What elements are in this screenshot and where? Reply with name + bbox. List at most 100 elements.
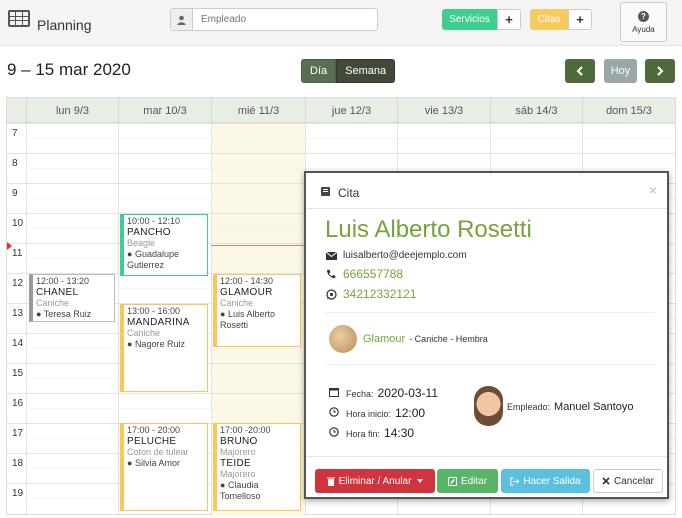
view-day-button[interactable]: Día bbox=[301, 59, 337, 83]
checkout-button[interactable]: Hacer Salida bbox=[501, 469, 590, 493]
event-peluche[interactable]: 17:00 - 20:00 PELUCHE Coton de tulear ● … bbox=[120, 423, 208, 511]
employee-avatar bbox=[474, 386, 503, 426]
day-header-tue: mar 10/3 bbox=[118, 98, 211, 123]
whatsapp-icon bbox=[325, 288, 337, 300]
edit-label: Editar bbox=[460, 475, 488, 487]
event-pet-name-2: TEIDE bbox=[220, 458, 251, 469]
start-time-value: 12:00 bbox=[395, 406, 426, 420]
client-name: Luis Alberto Rosetti bbox=[325, 216, 532, 243]
client-whatsapp-row: 34212332121 bbox=[325, 287, 416, 301]
event-pet-name: GLAMOUR bbox=[220, 287, 273, 298]
event-breed: Caniche bbox=[36, 298, 70, 308]
event-time: 17:00 -20:00 bbox=[220, 425, 271, 435]
hour-label: 16 bbox=[12, 398, 24, 409]
event-mandarina[interactable]: 13:00 - 16:00 MANDARINA Caniche ● Nagore… bbox=[120, 304, 208, 392]
event-pet-name: CHANEL bbox=[36, 287, 79, 298]
cancel-label: Cancelar bbox=[613, 475, 655, 487]
pet-info-row: Glamour - Caniche - Hembra bbox=[363, 333, 488, 345]
cancel-button[interactable]: Cancelar bbox=[593, 469, 663, 493]
app-title: Planning bbox=[37, 17, 92, 33]
next-week-button[interactable] bbox=[645, 59, 675, 83]
event-glamour[interactable]: 12:00 - 14:30 GLAMOUR Caniche ● Luis Alb… bbox=[213, 274, 301, 347]
end-time-value: 14:30 bbox=[384, 426, 415, 440]
client-email[interactable]: luisalberto@deejemplo.com bbox=[343, 250, 467, 261]
servicios-button[interactable]: Servicios bbox=[442, 9, 497, 30]
event-chanel[interactable]: 12:00 - 13:20 CHANEL Caniche ● Teresa Ru… bbox=[29, 274, 115, 322]
event-pet-name: PANCHO bbox=[127, 227, 171, 238]
help-button[interactable]: ? Ayuda bbox=[620, 2, 667, 42]
view-switcher: Día Semana bbox=[301, 59, 396, 83]
hour-row: 8 bbox=[7, 153, 675, 169]
caret-down-icon bbox=[417, 479, 424, 483]
question-icon: ? bbox=[638, 10, 649, 22]
date-value: 2020-03-11 bbox=[377, 386, 439, 400]
event-breed: Beagle bbox=[127, 238, 156, 248]
column-divider bbox=[211, 123, 212, 516]
hour-label: 12 bbox=[12, 278, 24, 289]
day-header-fri: vie 13/3 bbox=[397, 98, 490, 123]
client-phone[interactable]: 666557788 bbox=[343, 267, 403, 281]
employee-search bbox=[170, 8, 378, 31]
event-pet-name: BRUNO bbox=[220, 436, 258, 447]
current-time-line bbox=[211, 245, 305, 246]
trash-icon bbox=[326, 477, 335, 486]
book-icon bbox=[321, 187, 330, 196]
client-email-row: luisalberto@deejemplo.com bbox=[325, 250, 467, 261]
event-owner: ● Nagore Ruiz bbox=[127, 339, 185, 349]
event-breed: Caniche bbox=[127, 328, 161, 338]
delete-label: Eliminar / Anular bbox=[338, 475, 412, 487]
edit-button[interactable]: Editar bbox=[437, 469, 498, 493]
add-cita-button[interactable]: + bbox=[568, 9, 592, 30]
edit-icon bbox=[447, 476, 457, 486]
event-time: 17:00 - 20:00 bbox=[127, 425, 181, 435]
divider bbox=[325, 312, 655, 313]
column-divider bbox=[26, 123, 27, 516]
start-time-row: Hora inicio: 12:00 bbox=[329, 406, 425, 420]
day-header-sat: sáb 14/3 bbox=[490, 98, 582, 123]
hour-label: 10 bbox=[12, 218, 24, 229]
pet-name[interactable]: Glamour bbox=[363, 333, 405, 345]
calendar-header: lun 9/3 mar 10/3 mié 11/3 jue 12/3 vie 1… bbox=[7, 98, 675, 123]
day-header-thu: jue 12/3 bbox=[305, 98, 397, 123]
checkout-label: Hacer Salida bbox=[523, 475, 581, 487]
employee-input[interactable] bbox=[193, 9, 377, 30]
event-bruno-teide[interactable]: 17:00 -20:00 BRUNO Majorero TEIDE Majore… bbox=[213, 423, 301, 511]
column-divider bbox=[118, 123, 119, 516]
sign-out-icon bbox=[510, 477, 520, 485]
event-breed-2: Majorero bbox=[220, 469, 256, 479]
calendar-grid-icon bbox=[8, 10, 30, 27]
hour-label: 13 bbox=[12, 308, 24, 319]
day-header-mon: lun 9/3 bbox=[26, 98, 118, 123]
close-icon[interactable]: × bbox=[649, 182, 657, 198]
date-label: Fecha: bbox=[346, 389, 374, 399]
date-row: Fecha: 2020-03-11 bbox=[329, 386, 438, 400]
event-breed: Coton de tulear bbox=[127, 447, 189, 457]
hour-label: 9 bbox=[12, 188, 18, 199]
event-time: 13:00 - 16:00 bbox=[127, 306, 181, 316]
event-owner: ● Luis Alberto Rosetti bbox=[220, 309, 275, 330]
citas-button[interactable]: Citas bbox=[530, 9, 568, 30]
calendar-icon bbox=[329, 387, 341, 399]
event-pancho[interactable]: 10:00 - 12:10 PANCHO Beagle ● Guadalupe … bbox=[120, 214, 208, 276]
half-hour-line bbox=[26, 138, 675, 139]
day-header-sun: dom 15/3 bbox=[582, 98, 675, 123]
employee-row: Empleado: Manuel Santoyo bbox=[507, 401, 634, 413]
delete-cancel-button[interactable]: Eliminar / Anular bbox=[315, 469, 435, 493]
help-label: Ayuda bbox=[632, 24, 655, 34]
client-whatsapp[interactable]: 34212332121 bbox=[343, 287, 416, 301]
chevron-right-icon bbox=[657, 66, 664, 76]
add-servicio-button[interactable]: + bbox=[497, 9, 521, 30]
view-week-button[interactable]: Semana bbox=[336, 59, 396, 83]
event-pet-name: PELUCHE bbox=[127, 436, 177, 447]
event-owner: ● Guadalupe Gutierrez bbox=[127, 249, 179, 270]
today-button[interactable]: Hoy bbox=[604, 59, 637, 83]
modal-title: Cita bbox=[338, 186, 360, 200]
appointment-modal: Cita × Luis Alberto Rosetti luisalberto@… bbox=[304, 171, 669, 499]
chevron-left-icon bbox=[576, 66, 583, 76]
client-phone-row: 666557788 bbox=[325, 267, 403, 281]
divider bbox=[325, 364, 655, 365]
modal-header: Cita × bbox=[306, 173, 667, 209]
event-time: 10:00 - 12:10 bbox=[127, 216, 181, 226]
event-breed: Majorero bbox=[220, 447, 256, 457]
prev-week-button[interactable] bbox=[565, 59, 595, 83]
